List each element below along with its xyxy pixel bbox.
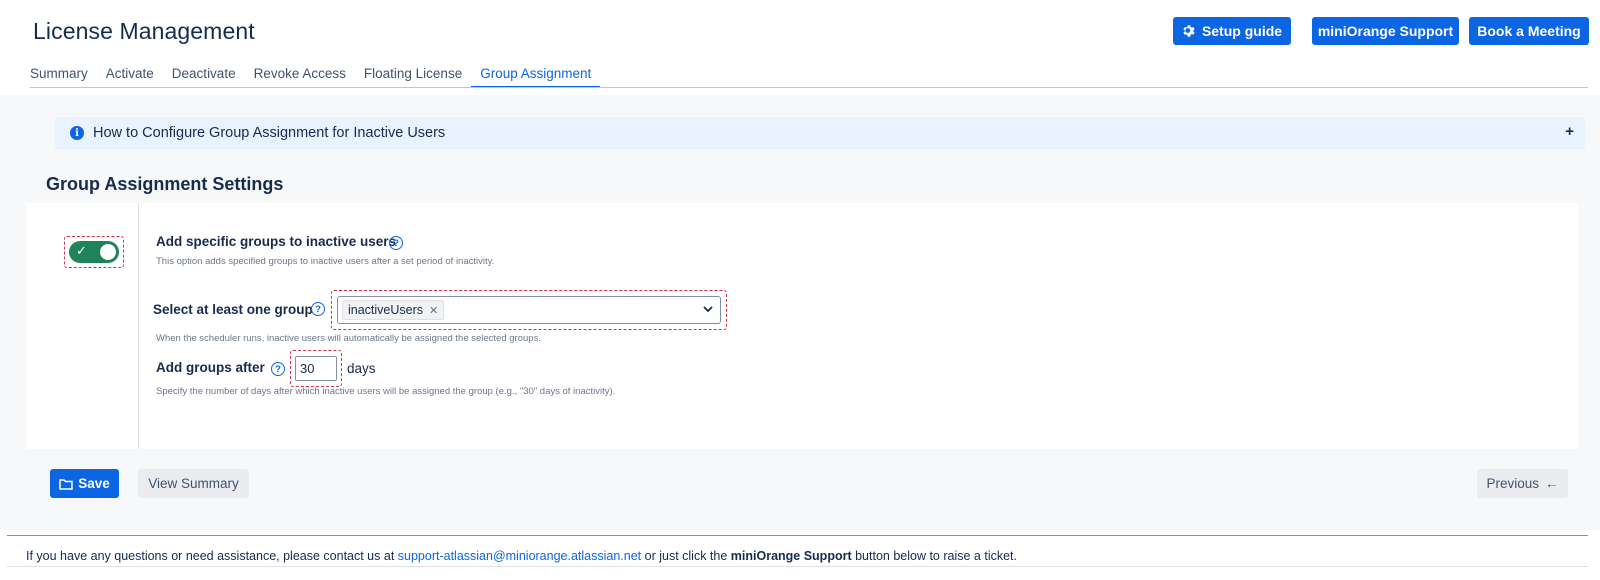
help-icon[interactable]: ? bbox=[271, 362, 285, 376]
remove-chip-icon[interactable]: ✕ bbox=[429, 304, 438, 317]
days-unit: days bbox=[347, 361, 376, 376]
days-description: Specify the number of days after which i… bbox=[156, 386, 616, 397]
help-icon[interactable]: ? bbox=[389, 236, 403, 250]
footer-bottom-divider bbox=[7, 566, 1588, 567]
footer-middle: or just click the bbox=[641, 549, 731, 563]
gear-icon bbox=[1183, 25, 1195, 37]
tab-bar: Summary Activate Deactivate Revoke Acces… bbox=[30, 66, 601, 88]
days-input[interactable] bbox=[295, 356, 337, 381]
group-multiselect[interactable]: inactiveUsers ✕ bbox=[337, 296, 721, 324]
folder-icon bbox=[59, 478, 73, 490]
setup-guide-button[interactable]: Setup guide bbox=[1173, 17, 1291, 45]
support-email-link[interactable]: support-atlassian@miniorange.atlassian.n… bbox=[398, 549, 641, 563]
option-label: Add specific groups to inactive users bbox=[156, 234, 397, 249]
group-select-label: Select at least one group bbox=[153, 302, 313, 317]
book-meeting-button[interactable]: Book a Meeting bbox=[1469, 17, 1589, 45]
group-select-description: When the scheduler runs, inactive users … bbox=[156, 333, 541, 344]
view-summary-button[interactable]: View Summary bbox=[138, 469, 249, 498]
page-title: License Management bbox=[33, 18, 255, 44]
setup-guide-label: Setup guide bbox=[1201, 23, 1283, 39]
tab-floating-license[interactable]: Floating License bbox=[355, 66, 471, 88]
info-icon: i bbox=[70, 126, 84, 140]
footer-suffix: button below to raise a ticket. bbox=[851, 549, 1017, 563]
previous-label: Previous bbox=[1486, 476, 1540, 491]
tab-activate[interactable]: Activate bbox=[97, 66, 163, 88]
help-icon[interactable]: ? bbox=[311, 302, 325, 316]
info-accordion-title: How to Configure Group Assignment for In… bbox=[93, 125, 446, 141]
footer-divider bbox=[7, 535, 1588, 536]
tab-group-assignment[interactable]: Group Assignment bbox=[471, 66, 601, 88]
inactive-groups-toggle[interactable]: ✓ bbox=[69, 241, 119, 263]
chevron-down-icon[interactable] bbox=[703, 304, 713, 314]
tab-summary[interactable]: Summary bbox=[30, 66, 97, 88]
tab-deactivate[interactable]: Deactivate bbox=[163, 66, 245, 88]
tabs-divider bbox=[30, 87, 1588, 88]
tab-revoke-access[interactable]: Revoke Access bbox=[245, 66, 355, 88]
footer-support-name: miniOrange Support bbox=[730, 549, 852, 563]
expand-icon[interactable]: + bbox=[1565, 123, 1574, 140]
card-divider bbox=[138, 203, 139, 449]
section-title: Group Assignment Settings bbox=[46, 174, 284, 194]
check-icon: ✓ bbox=[76, 243, 87, 258]
arrow-left-icon: ← bbox=[1545, 476, 1559, 491]
info-accordion[interactable]: i How to Configure Group Assignment for … bbox=[55, 117, 1585, 149]
save-label: Save bbox=[78, 476, 110, 491]
footer-prefix: If you have any questions or need assist… bbox=[26, 549, 398, 563]
days-label: Add groups after bbox=[156, 360, 265, 375]
option-description: This option adds specified groups to ina… bbox=[156, 256, 495, 267]
previous-button[interactable]: Previous ← bbox=[1477, 469, 1568, 498]
chip-label: inactiveUsers bbox=[348, 303, 424, 317]
miniorange-support-button[interactable]: miniOrange Support bbox=[1312, 17, 1459, 45]
selected-group-chip: inactiveUsers ✕ bbox=[342, 300, 445, 320]
save-button[interactable]: Save bbox=[50, 469, 119, 498]
footer-help-text: If you have any questions or need assist… bbox=[26, 549, 1017, 563]
toggle-knob bbox=[100, 244, 116, 260]
